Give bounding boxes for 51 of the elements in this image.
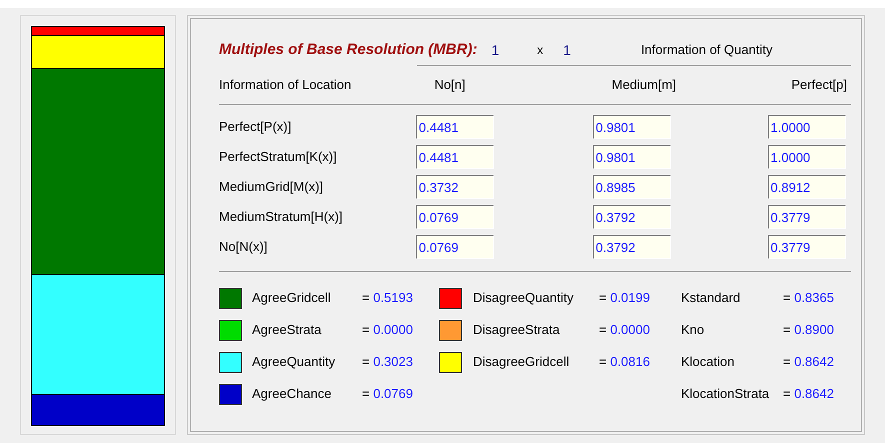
mbr-x-value: 1 (491, 40, 500, 60)
legend-label: AgreeQuantity (252, 353, 336, 372)
legend-value: = 0.5193 (362, 289, 413, 308)
row-label: No[N(x)] (219, 238, 268, 256)
quantity-heading: Information of Quantity (640, 41, 772, 60)
kappa-label: Kstandard (681, 289, 742, 308)
legend-label: DisagreeStrata (473, 321, 561, 340)
row-label: Perfect[P(x)] (219, 118, 292, 136)
value-field[interactable]: 0.0769 (416, 235, 494, 259)
kappa-value: = 0.8365 (783, 289, 834, 308)
column-header: Medium[m] (612, 76, 678, 94)
kappa-label: KlocationStrata (681, 385, 770, 404)
legend-value: = 0.0000 (362, 321, 413, 340)
column-header: No[n] (434, 76, 466, 94)
value-field[interactable]: 0.3792 (592, 205, 671, 229)
row-label: MediumStratum[H(x)] (219, 208, 344, 226)
value-field[interactable]: 1.0000 (768, 115, 846, 139)
mbr-label: Multiples of Base Resolution (MBR): (219, 40, 478, 60)
value-field[interactable]: 0.3779 (768, 235, 846, 259)
value-field[interactable]: 0.8985 (592, 175, 671, 199)
kappa-label: Klocation (681, 353, 736, 372)
row-label: MediumGrid[M(x)] (219, 178, 324, 196)
value-field[interactable]: 0.3732 (416, 175, 494, 199)
value-field[interactable]: 0.9801 (592, 145, 671, 169)
value-field[interactable]: 0.3779 (768, 205, 846, 229)
value-field[interactable]: 0.3792 (592, 235, 671, 259)
value-field[interactable]: 0.0769 (416, 205, 494, 229)
kappa-value: = 0.8642 (783, 353, 834, 372)
mbr-y-value: 1 (563, 40, 571, 60)
times-sign: x (537, 42, 544, 59)
value-field[interactable]: 1.0000 (768, 145, 846, 169)
legend-value: = 0.0769 (362, 385, 413, 404)
legend-label: DisagreeGridcell (473, 353, 570, 372)
legend-value: = 0.0199 (599, 289, 650, 308)
legend-value: = 0.0816 (599, 353, 650, 372)
value-field[interactable]: 0.9801 (592, 115, 671, 139)
legend-label: DisagreeQuantity (473, 289, 574, 308)
column-header: Perfect[p] (790, 76, 848, 94)
row-label: PerfectStratum[K(x)] (219, 148, 338, 166)
legend-value: = 0.3023 (362, 353, 413, 372)
value-field[interactable]: 0.4481 (416, 145, 494, 169)
value-field[interactable]: 0.8912 (768, 175, 846, 199)
kappa-value: = 0.8642 (783, 385, 834, 404)
legend-label: AgreeGridcell (252, 289, 332, 308)
kappa-label: Kno (681, 321, 706, 340)
legend-label: AgreeChance (252, 385, 332, 404)
location-heading: Information of Location (219, 76, 352, 94)
legend-label: AgreeStrata (252, 321, 322, 340)
legend-value: = 0.0000 (599, 321, 650, 340)
value-field[interactable]: 0.4481 (416, 115, 494, 139)
kappa-value: = 0.8900 (783, 321, 834, 340)
